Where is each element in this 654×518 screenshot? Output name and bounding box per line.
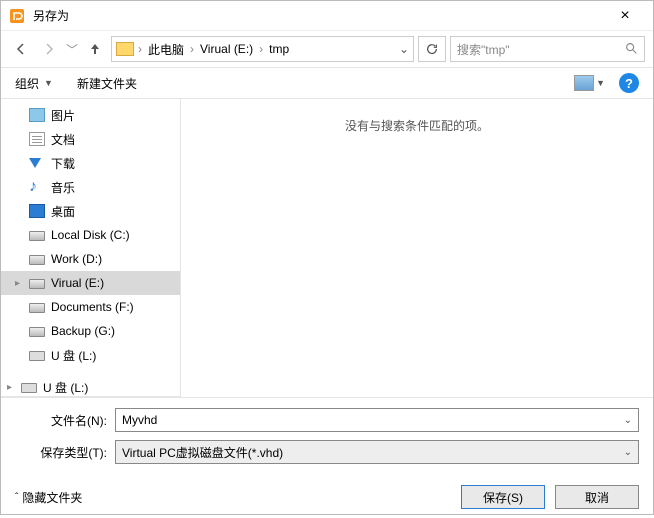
tree-documents-lib[interactable]: 文档 <box>1 127 180 151</box>
up-button[interactable] <box>83 37 107 61</box>
chevron-right-icon: › <box>138 42 142 56</box>
filename-input[interactable]: Myvhd⌄ <box>115 408 639 432</box>
disk-icon <box>29 255 45 265</box>
chevron-right-icon: › <box>259 42 263 56</box>
chevron-down-icon[interactable]: ⌄ <box>624 415 632 426</box>
organize-button[interactable]: 组织▼ <box>15 75 53 92</box>
view-button[interactable] <box>574 75 594 91</box>
chevron-down-icon[interactable]: ▼ <box>596 78 605 88</box>
chevron-up-icon: ˆ <box>15 492 18 503</box>
app-icon <box>9 8 25 24</box>
pictures-icon <box>29 108 45 122</box>
crumb-drive[interactable]: Virual (E:) <box>198 42 255 56</box>
tree-u-l2[interactable]: ▸U 盘 (L:) <box>1 375 180 397</box>
titlebar: 另存为 × <box>1 1 653 31</box>
search-icon <box>624 41 638 58</box>
address-bar[interactable]: › 此电脑 › Virual (E:) › tmp ⌄ <box>111 36 414 62</box>
search-placeholder: 搜索"tmp" <box>457 41 624 58</box>
tree-work-d[interactable]: Work (D:) <box>1 247 180 271</box>
disk-icon <box>29 231 45 241</box>
tree-local-c[interactable]: Local Disk (C:) <box>1 223 180 247</box>
window-title: 另存为 <box>33 7 605 24</box>
usb-icon <box>21 383 37 393</box>
search-input[interactable]: 搜索"tmp" <box>450 36 645 62</box>
navbar: ﹀ › 此电脑 › Virual (E:) › tmp ⌄ 搜索"tmp" <box>1 31 653 67</box>
footer: ˆ 隐藏文件夹 保存(S) 取消 <box>1 476 653 518</box>
recent-dropdown[interactable]: ﹀ <box>65 37 79 61</box>
tree-u-l1[interactable]: U 盘 (L:) <box>1 343 180 367</box>
fields-panel: 文件名(N): Myvhd⌄ 保存类型(T): Virtual PC虚拟磁盘文件… <box>1 397 653 476</box>
folder-icon <box>116 42 134 56</box>
toolbar: 组织▼ 新建文件夹 ▼ ? <box>1 67 653 99</box>
help-button[interactable]: ? <box>619 73 639 93</box>
filetype-label: 保存类型(T): <box>15 444 115 461</box>
cancel-button[interactable]: 取消 <box>555 485 639 509</box>
desktop-icon <box>29 204 45 218</box>
caret-right-icon: ▸ <box>7 382 15 393</box>
tree-virual-e[interactable]: ▸Virual (E:) <box>1 271 180 295</box>
tree-documents-f[interactable]: Documents (F:) <box>1 295 180 319</box>
disk-icon <box>29 279 45 289</box>
disk-icon <box>29 303 45 313</box>
download-icon <box>29 156 45 170</box>
crumb-folder[interactable]: tmp <box>267 42 291 56</box>
filetype-select[interactable]: Virtual PC虚拟磁盘文件(*.vhd)⌄ <box>115 440 639 464</box>
tree-backup-g[interactable]: Backup (G:) <box>1 319 180 343</box>
refresh-button[interactable] <box>418 36 446 62</box>
forward-button[interactable] <box>37 37 61 61</box>
back-button[interactable] <box>9 37 33 61</box>
crumb-pc[interactable]: 此电脑 <box>146 41 186 58</box>
hide-folders-button[interactable]: ˆ 隐藏文件夹 <box>15 489 82 506</box>
chevron-down-icon[interactable]: ⌄ <box>624 447 632 458</box>
chevron-right-icon: › <box>190 42 194 56</box>
caret-right-icon: ▸ <box>15 278 23 289</box>
disk-icon <box>29 327 45 337</box>
tree-downloads[interactable]: 下载 <box>1 151 180 175</box>
new-folder-button[interactable]: 新建文件夹 <box>77 75 137 92</box>
file-list-pane: 没有与搜索条件匹配的项。 <box>181 99 653 397</box>
sidebar: 图片 文档 下载 ♪音乐 桌面 Local Disk (C:) Work (D:… <box>1 99 181 397</box>
music-icon: ♪ <box>29 180 45 194</box>
address-dropdown-icon[interactable]: ⌄ <box>399 42 409 56</box>
empty-message: 没有与搜索条件匹配的项。 <box>345 117 489 397</box>
usb-icon <box>29 351 45 361</box>
close-button[interactable]: × <box>605 7 645 25</box>
document-icon <box>29 132 45 146</box>
filename-label: 文件名(N): <box>15 412 115 429</box>
tree-music[interactable]: ♪音乐 <box>1 175 180 199</box>
tree-pictures[interactable]: 图片 <box>1 103 180 127</box>
save-button[interactable]: 保存(S) <box>461 485 545 509</box>
tree-desktop[interactable]: 桌面 <box>1 199 180 223</box>
